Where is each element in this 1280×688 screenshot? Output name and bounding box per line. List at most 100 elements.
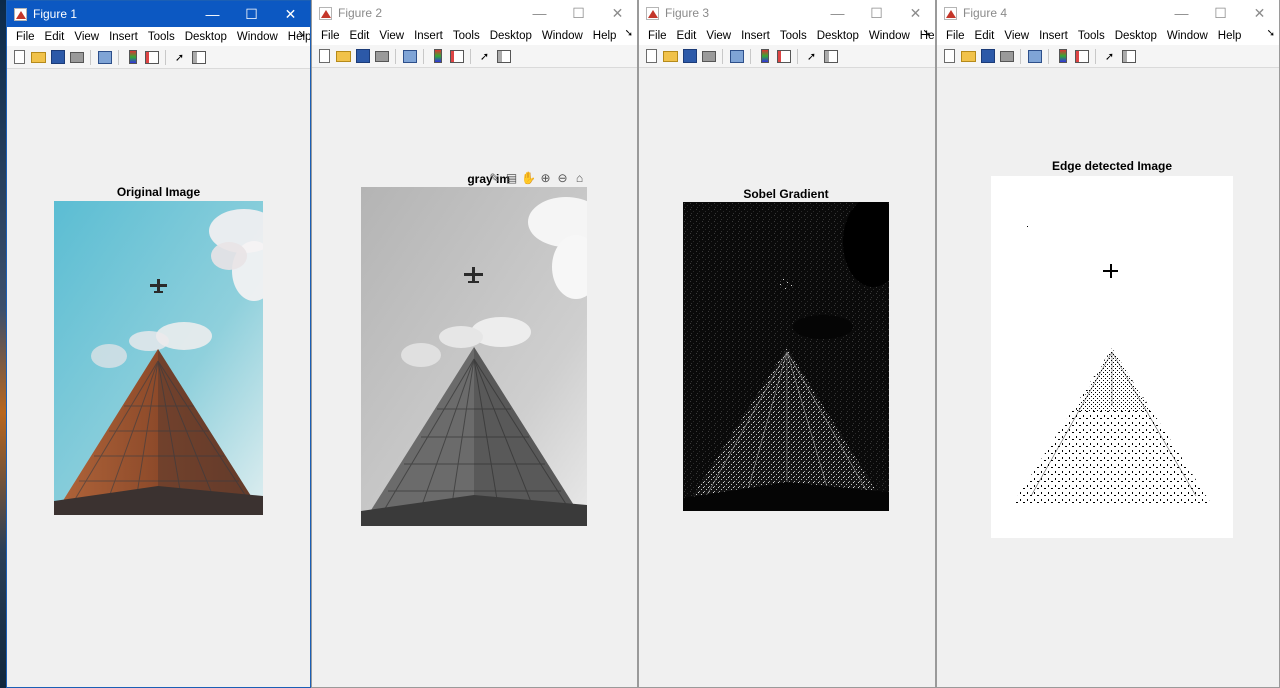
open-file-button[interactable] xyxy=(961,48,977,64)
save-figure-button[interactable] xyxy=(980,48,996,64)
maximize-button[interactable]: ☐ xyxy=(232,1,271,27)
maximize-button[interactable]: ☐ xyxy=(1201,0,1240,26)
title-bar[interactable]: Figure 4 — ☐ ✕ xyxy=(937,0,1279,26)
edit-plot-button[interactable]: ➚ xyxy=(1102,48,1118,64)
menu-insert[interactable]: Insert xyxy=(1034,30,1073,42)
new-figure-button[interactable] xyxy=(317,48,333,64)
brush-icon[interactable]: ✎ xyxy=(487,170,502,185)
figure-3-window[interactable]: Figure 3 — ☐ ✕ File Edit View Insert Too… xyxy=(638,0,936,688)
new-figure-button[interactable] xyxy=(942,48,958,64)
insert-legend-button[interactable] xyxy=(776,48,792,64)
insert-legend-button[interactable] xyxy=(144,49,160,65)
menu-help[interactable]: Help xyxy=(588,30,622,42)
print-preview-button[interactable] xyxy=(729,48,745,64)
menu-edit[interactable]: Edit xyxy=(345,30,375,42)
figure-2-window[interactable]: Figure 2 — ☐ ✕ File Edit View Insert Too… xyxy=(311,0,638,688)
edit-plot-button[interactable]: ➚ xyxy=(172,49,188,65)
property-inspector-button[interactable] xyxy=(191,49,207,65)
menu-window[interactable]: Window xyxy=(232,31,283,43)
menu-desktop[interactable]: Desktop xyxy=(1110,30,1162,42)
insert-legend-button[interactable] xyxy=(449,48,465,64)
zoom-in-icon[interactable]: ⊕ xyxy=(538,170,553,185)
open-file-button[interactable] xyxy=(663,48,679,64)
menu-edit[interactable]: Edit xyxy=(40,31,70,43)
menu-window[interactable]: Window xyxy=(537,30,588,42)
edit-plot-button[interactable]: ➚ xyxy=(477,48,493,64)
menu-file[interactable]: File xyxy=(316,30,345,42)
title-bar[interactable]: Figure 2 — ☐ ✕ xyxy=(312,0,637,26)
edge-detected-image[interactable] xyxy=(991,176,1233,538)
menu-insert[interactable]: Insert xyxy=(409,30,448,42)
original-image[interactable] xyxy=(54,201,263,515)
edit-plot-button[interactable]: ➚ xyxy=(804,48,820,64)
menu-desktop[interactable]: Desktop xyxy=(485,30,537,42)
figure-4-window[interactable]: Figure 4 — ☐ ✕ File Edit View Insert Too… xyxy=(936,0,1280,688)
menu-window[interactable]: Window xyxy=(1162,30,1213,42)
insert-colorbar-button[interactable] xyxy=(757,48,773,64)
minimize-button[interactable]: — xyxy=(818,0,857,26)
property-inspector-button[interactable] xyxy=(823,48,839,64)
menu-insert[interactable]: Insert xyxy=(736,30,775,42)
menu-help[interactable]: Help xyxy=(1213,30,1247,42)
insert-colorbar-button[interactable] xyxy=(430,48,446,64)
maximize-button[interactable]: ☐ xyxy=(559,0,598,26)
menu-file[interactable]: File xyxy=(11,31,40,43)
save-figure-button[interactable] xyxy=(50,49,66,65)
close-button[interactable]: ✕ xyxy=(896,0,935,26)
zoom-out-icon[interactable]: ⊖ xyxy=(555,170,570,185)
close-button[interactable]: ✕ xyxy=(598,0,637,26)
datatip-icon[interactable]: ▤ xyxy=(504,170,519,185)
menu-tools[interactable]: Tools xyxy=(448,30,485,42)
figure-1-window[interactable]: Figure 1 — ☐ ✕ File Edit View Insert Too… xyxy=(6,0,311,688)
insert-colorbar-button[interactable] xyxy=(125,49,141,65)
menu-desktop[interactable]: Desktop xyxy=(812,30,864,42)
print-figure-button[interactable] xyxy=(69,49,85,65)
menu-view[interactable]: View xyxy=(374,30,409,42)
maximize-button[interactable]: ☐ xyxy=(857,0,896,26)
dock-arrow-icon[interactable]: ➘ xyxy=(625,28,633,39)
dock-arrow-icon[interactable]: ➘ xyxy=(298,29,306,40)
menu-view[interactable]: View xyxy=(701,30,736,42)
menu-edit[interactable]: Edit xyxy=(672,30,702,42)
property-inspector-button[interactable] xyxy=(496,48,512,64)
pan-icon[interactable]: ✋ xyxy=(521,170,536,185)
minimize-button[interactable]: — xyxy=(520,0,559,26)
menu-desktop[interactable]: Desktop xyxy=(180,31,232,43)
menu-edit[interactable]: Edit xyxy=(970,30,1000,42)
save-figure-button[interactable] xyxy=(682,48,698,64)
new-figure-button[interactable] xyxy=(644,48,660,64)
menu-insert[interactable]: Insert xyxy=(104,31,143,43)
print-figure-button[interactable] xyxy=(374,48,390,64)
close-button[interactable]: ✕ xyxy=(271,1,310,27)
new-figure-button[interactable] xyxy=(12,49,28,65)
open-file-button[interactable] xyxy=(31,49,47,65)
insert-colorbar-button[interactable] xyxy=(1055,48,1071,64)
print-preview-button[interactable] xyxy=(402,48,418,64)
menu-view[interactable]: View xyxy=(69,31,104,43)
save-figure-button[interactable] xyxy=(355,48,371,64)
print-preview-button[interactable] xyxy=(1027,48,1043,64)
menu-file[interactable]: File xyxy=(643,30,672,42)
sobel-gradient-image[interactable] xyxy=(683,202,889,511)
open-file-button[interactable] xyxy=(336,48,352,64)
insert-legend-button[interactable] xyxy=(1074,48,1090,64)
minimize-button[interactable]: — xyxy=(1162,0,1201,26)
menu-tools[interactable]: Tools xyxy=(1073,30,1110,42)
print-figure-button[interactable] xyxy=(701,48,717,64)
dock-arrow-icon[interactable]: ➘ xyxy=(1267,28,1275,39)
minimize-button[interactable]: — xyxy=(193,1,232,27)
home-icon[interactable]: ⌂ xyxy=(572,170,587,185)
close-button[interactable]: ✕ xyxy=(1240,0,1279,26)
print-figure-button[interactable] xyxy=(999,48,1015,64)
dock-arrow-icon[interactable]: ➘ xyxy=(923,28,931,39)
menu-window[interactable]: Window xyxy=(864,30,915,42)
print-preview-button[interactable] xyxy=(97,49,113,65)
title-bar[interactable]: Figure 3 — ☐ ✕ xyxy=(639,0,935,26)
menu-file[interactable]: File xyxy=(941,30,970,42)
property-inspector-button[interactable] xyxy=(1121,48,1137,64)
menu-tools[interactable]: Tools xyxy=(775,30,812,42)
menu-view[interactable]: View xyxy=(999,30,1034,42)
gray-image[interactable] xyxy=(361,187,587,526)
menu-tools[interactable]: Tools xyxy=(143,31,180,43)
title-bar[interactable]: Figure 1 — ☐ ✕ xyxy=(7,1,310,27)
